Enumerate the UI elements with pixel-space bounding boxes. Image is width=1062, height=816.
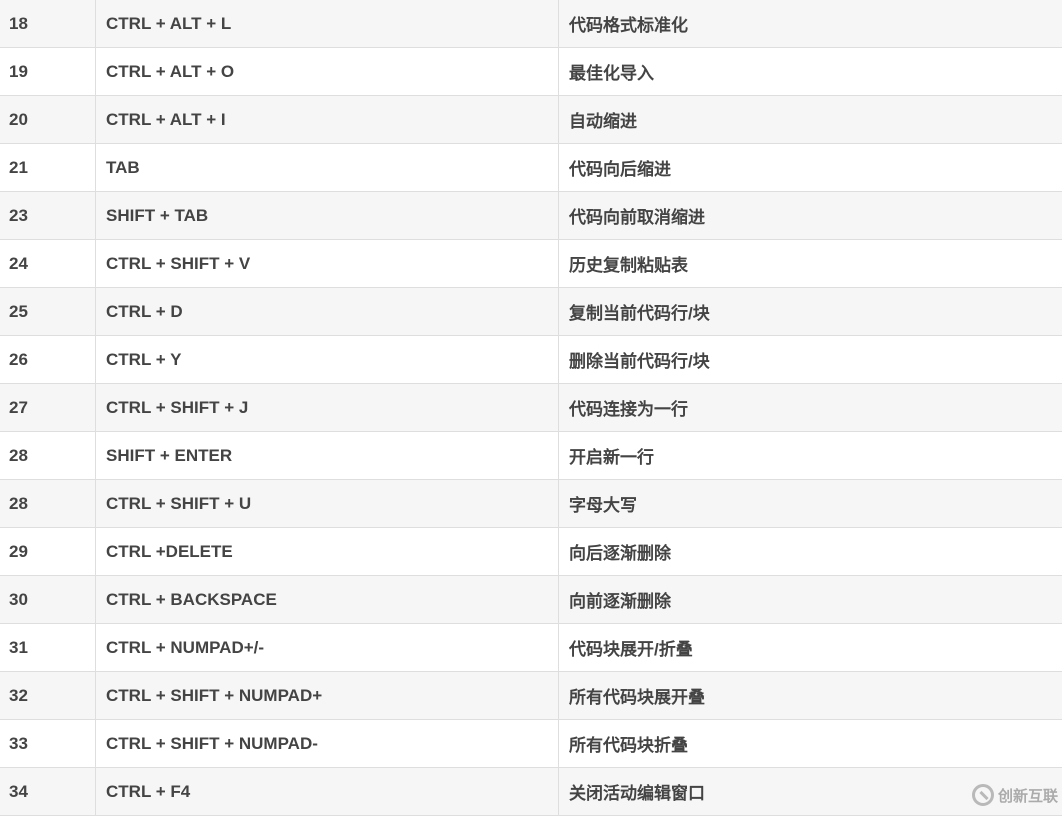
shortcut-keys: CTRL + D — [96, 288, 559, 336]
shortcut-keys: CTRL + SHIFT + NUMPAD+ — [96, 672, 559, 720]
shortcut-keys: CTRL + ALT + O — [96, 48, 559, 96]
row-number: 32 — [0, 672, 96, 720]
shortcut-description: 历史复制粘贴表 — [559, 240, 1062, 288]
table-row: 27CTRL + SHIFT + J代码连接为一行 — [0, 384, 1062, 432]
table-row: 26CTRL + Y删除当前代码行/块 — [0, 336, 1062, 384]
shortcut-description: 开启新一行 — [559, 432, 1062, 480]
row-number: 33 — [0, 720, 96, 768]
shortcut-description: 向后逐渐删除 — [559, 528, 1062, 576]
shortcut-description: 最佳化导入 — [559, 48, 1062, 96]
row-number: 21 — [0, 144, 96, 192]
shortcut-keys: CTRL + SHIFT + J — [96, 384, 559, 432]
shortcut-keys: CTRL +DELETE — [96, 528, 559, 576]
shortcut-keys: SHIFT + TAB — [96, 192, 559, 240]
row-number: 26 — [0, 336, 96, 384]
table-row: 19CTRL + ALT + O最佳化导入 — [0, 48, 1062, 96]
row-number: 18 — [0, 0, 96, 48]
shortcut-keys: CTRL + NUMPAD+/- — [96, 624, 559, 672]
row-number: 34 — [0, 768, 96, 816]
shortcut-keys: TAB — [96, 144, 559, 192]
row-number: 23 — [0, 192, 96, 240]
row-number: 30 — [0, 576, 96, 624]
shortcut-keys: CTRL + SHIFT + V — [96, 240, 559, 288]
table-row: 32CTRL + SHIFT + NUMPAD+所有代码块展开叠 — [0, 672, 1062, 720]
row-number: 28 — [0, 432, 96, 480]
shortcut-keys: CTRL + SHIFT + NUMPAD- — [96, 720, 559, 768]
shortcut-keys: CTRL + BACKSPACE — [96, 576, 559, 624]
row-number: 28 — [0, 480, 96, 528]
shortcut-keys: CTRL + SHIFT + U — [96, 480, 559, 528]
table-row: 28SHIFT + ENTER开启新一行 — [0, 432, 1062, 480]
table-row: 23SHIFT + TAB代码向前取消缩进 — [0, 192, 1062, 240]
row-number: 25 — [0, 288, 96, 336]
shortcut-description: 代码向前取消缩进 — [559, 192, 1062, 240]
row-number: 24 — [0, 240, 96, 288]
watermark-logo-icon — [972, 784, 994, 806]
row-number: 31 — [0, 624, 96, 672]
table-row: 20CTRL + ALT + I自动缩进 — [0, 96, 1062, 144]
table-row: 28CTRL + SHIFT + U字母大写 — [0, 480, 1062, 528]
table-row: 30CTRL + BACKSPACE向前逐渐删除 — [0, 576, 1062, 624]
table-row: 25CTRL + D复制当前代码行/块 — [0, 288, 1062, 336]
shortcut-description: 所有代码块折叠 — [559, 720, 1062, 768]
shortcut-keys: CTRL + ALT + L — [96, 0, 559, 48]
shortcut-description: 代码连接为一行 — [559, 384, 1062, 432]
shortcut-description: 所有代码块展开叠 — [559, 672, 1062, 720]
shortcut-description: 代码向后缩进 — [559, 144, 1062, 192]
table-row: 18CTRL + ALT + L代码格式标准化 — [0, 0, 1062, 48]
shortcut-keys: CTRL + Y — [96, 336, 559, 384]
shortcut-description: 复制当前代码行/块 — [559, 288, 1062, 336]
shortcut-keys: SHIFT + ENTER — [96, 432, 559, 480]
table-row: 29CTRL +DELETE向后逐渐删除 — [0, 528, 1062, 576]
shortcut-description: 删除当前代码行/块 — [559, 336, 1062, 384]
shortcut-description: 代码块展开/折叠 — [559, 624, 1062, 672]
shortcut-description: 自动缩进 — [559, 96, 1062, 144]
table-row: 33CTRL + SHIFT + NUMPAD-所有代码块折叠 — [0, 720, 1062, 768]
watermark: 创新互联 — [972, 784, 1058, 806]
shortcut-description: 字母大写 — [559, 480, 1062, 528]
row-number: 29 — [0, 528, 96, 576]
shortcut-keys: CTRL + ALT + I — [96, 96, 559, 144]
shortcut-description: 向前逐渐删除 — [559, 576, 1062, 624]
table-row: 31CTRL + NUMPAD+/-代码块展开/折叠 — [0, 624, 1062, 672]
watermark-text: 创新互联 — [998, 785, 1058, 806]
row-number: 19 — [0, 48, 96, 96]
row-number: 27 — [0, 384, 96, 432]
shortcut-keys: CTRL + F4 — [96, 768, 559, 816]
table-row: 21TAB代码向后缩进 — [0, 144, 1062, 192]
shortcut-table: 18CTRL + ALT + L代码格式标准化19CTRL + ALT + O最… — [0, 0, 1062, 816]
row-number: 20 — [0, 96, 96, 144]
table-row: 34CTRL + F4关闭活动编辑窗口 — [0, 768, 1062, 816]
table-row: 24CTRL + SHIFT + V历史复制粘贴表 — [0, 240, 1062, 288]
shortcut-description: 代码格式标准化 — [559, 0, 1062, 48]
